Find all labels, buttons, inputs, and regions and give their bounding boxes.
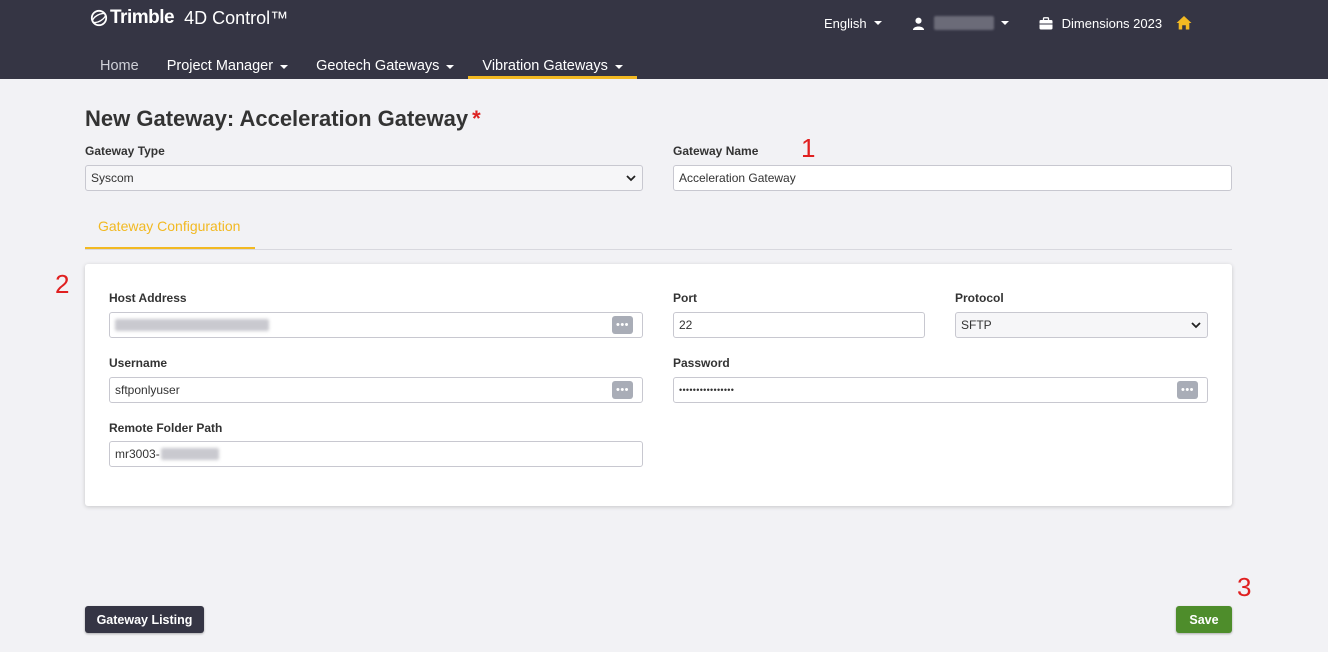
gateway-listing-button[interactable]: Gateway Listing <box>85 606 204 633</box>
brand[interactable]: Trimble 4D Control™ <box>90 7 288 29</box>
host-address-redacted <box>115 319 269 331</box>
port-input[interactable]: 22 <box>673 312 925 338</box>
chevron-down-icon <box>614 65 623 69</box>
chevron-down-icon <box>873 21 882 25</box>
username-label: Username <box>109 356 168 370</box>
product-name: 4D Control™ <box>184 7 289 28</box>
save-button[interactable]: Save <box>1176 606 1232 633</box>
username-input[interactable]: sftponlyuser ••• <box>109 377 643 403</box>
remote-folder-redacted <box>160 448 219 460</box>
gateway-type-select[interactable]: Syscom <box>85 165 643 191</box>
chevron-down-icon <box>626 175 636 182</box>
more-options-button[interactable]: ••• <box>612 381 633 399</box>
nav-project-manager[interactable]: Project Manager <box>153 52 302 79</box>
briefcase-icon <box>1039 16 1053 29</box>
nav-vibration-gateways[interactable]: Vibration Gateways <box>468 52 637 79</box>
gateway-name-label: Gateway Name <box>673 144 759 158</box>
remote-folder-input[interactable]: mr3003- <box>109 441 643 467</box>
user-name-redacted <box>933 16 994 30</box>
trimble-globe-icon <box>90 9 108 27</box>
chevron-down-icon <box>280 65 289 69</box>
nav-geotech-gateways[interactable]: Geotech Gateways <box>302 52 468 79</box>
brand-name: Trimble <box>110 7 175 28</box>
protocol-label: Protocol <box>955 291 1004 305</box>
project-name: Dimensions 2023 <box>1061 15 1163 31</box>
required-asterisk: * <box>472 106 481 131</box>
remote-folder-label: Remote Folder Path <box>109 421 223 435</box>
tab-gateway-configuration[interactable]: Gateway Configuration <box>85 209 255 249</box>
password-label: Password <box>673 356 730 370</box>
remote-folder-value: mr3003- <box>115 447 160 461</box>
nav-vibration-gateways-label: Vibration Gateways <box>482 58 608 74</box>
host-address-input[interactable]: ••• <box>109 312 643 338</box>
language-label: English <box>824 15 867 31</box>
nav-project-manager-label: Project Manager <box>166 58 274 74</box>
nav-geotech-gateways-label: Geotech Gateways <box>316 58 440 74</box>
host-address-label: Host Address <box>109 291 187 305</box>
annotation-3: 3 <box>1237 572 1252 602</box>
page-title-text: New Gateway: Acceleration Gateway <box>85 106 469 131</box>
gateway-type-value: Syscom <box>91 171 134 185</box>
main-nav: Home Project Manager Geotech Gateways Vi… <box>86 52 637 79</box>
nav-home-label: Home <box>100 58 139 74</box>
more-options-button[interactable]: ••• <box>1177 381 1198 399</box>
page-title: New Gateway: Acceleration Gateway * <box>85 106 481 132</box>
header-actions: English Dimensions 2023 <box>824 13 1192 33</box>
project-selector[interactable]: Dimensions 2023 <box>1039 16 1162 31</box>
port-value: 22 <box>679 318 693 332</box>
trimble-logo: Trimble <box>90 7 175 29</box>
annotation-2: 2 <box>55 269 70 299</box>
username-value: sftponlyuser <box>115 383 180 397</box>
chevron-down-icon <box>1191 322 1201 329</box>
chevron-down-icon <box>1000 21 1009 25</box>
home-icon[interactable] <box>1176 15 1192 31</box>
password-value: •••••••••••••••• <box>679 385 735 395</box>
more-options-button[interactable]: ••• <box>612 316 633 334</box>
top-header: Trimble 4D Control™ English Dimensions 2… <box>0 0 1328 79</box>
annotation-1: 1 <box>801 133 816 163</box>
user-icon <box>912 17 924 30</box>
user-menu[interactable] <box>912 16 1009 30</box>
chevron-down-icon <box>446 65 455 69</box>
protocol-value: SFTP <box>961 318 992 332</box>
nav-home[interactable]: Home <box>86 52 153 79</box>
tab-gateway-configuration-label: Gateway Configuration <box>98 218 241 234</box>
password-input[interactable]: •••••••••••••••• ••• <box>673 377 1208 403</box>
language-dropdown[interactable]: English <box>824 16 882 31</box>
gateway-name-value: Acceleration Gateway <box>679 171 796 185</box>
gateway-type-label: Gateway Type <box>85 144 165 158</box>
port-label: Port <box>673 291 697 305</box>
config-tabs: Gateway Configuration <box>85 209 1232 250</box>
gateway-name-input[interactable]: Acceleration Gateway <box>673 165 1232 191</box>
protocol-select[interactable]: SFTP <box>955 312 1208 338</box>
